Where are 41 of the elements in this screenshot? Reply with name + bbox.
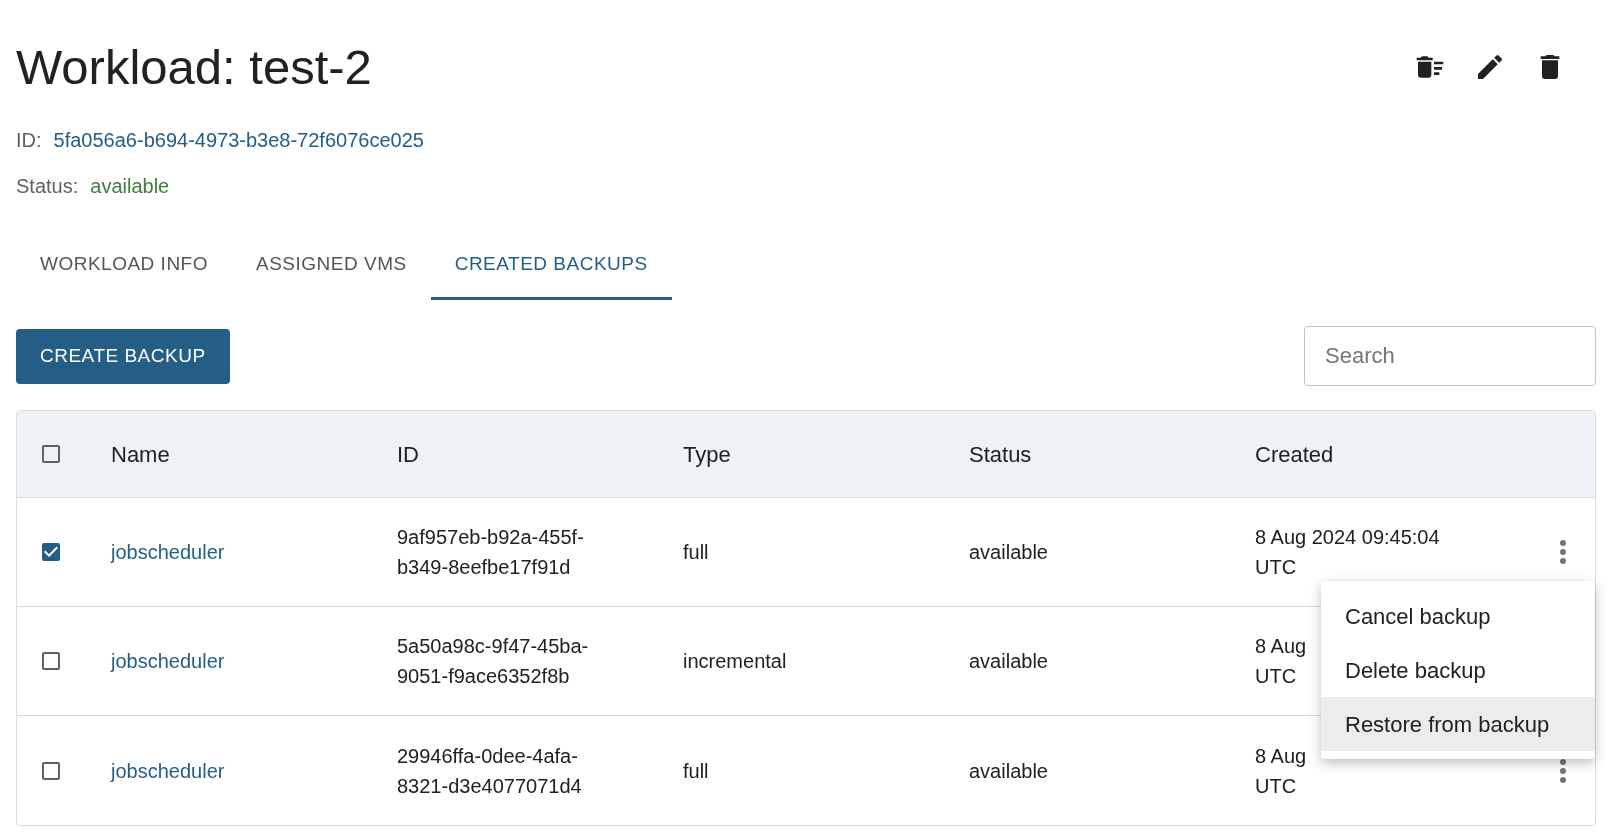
page-title: Workload: test-2 xyxy=(16,39,372,96)
column-header: Status xyxy=(969,440,1032,469)
menu-item[interactable]: Cancel backup xyxy=(1321,589,1595,643)
column-header: Type xyxy=(683,440,731,469)
create-backup-button[interactable]: CREATE BACKUP xyxy=(16,328,230,384)
table-cell-text: 29946ffa-0dee-4afa-8321-d3e4077071d4 xyxy=(397,743,583,799)
checkbox[interactable] xyxy=(39,540,63,564)
created-time: UTC xyxy=(1255,664,1298,689)
more-icon[interactable] xyxy=(1559,539,1567,565)
column-header: Created xyxy=(1255,440,1334,469)
id-value: 5fa056a6-b694-4973-b3e8-72f6076ce025 xyxy=(53,128,424,153)
table-cell-text: incremental xyxy=(683,649,788,674)
table-cell-text: available xyxy=(969,649,1049,674)
tab[interactable]: CREATED BACKUPS xyxy=(430,231,672,300)
column-header: ID xyxy=(397,440,419,469)
table-cell-text: 5a50a98c-9f47-45ba-9051-f9ace6352f8b xyxy=(397,634,590,689)
search-field[interactable]: Search xyxy=(1304,326,1596,386)
created-time: UTC xyxy=(1255,555,1298,580)
more-icon[interactable] xyxy=(1559,757,1567,784)
table-cell-text: 9af957eb-b92a-455f-b349-8eefbe17f91d xyxy=(397,525,585,580)
created-time: UTC xyxy=(1255,773,1298,799)
tab[interactable]: WORKLOAD INFO xyxy=(16,231,232,300)
menu-item[interactable]: Delete backup xyxy=(1321,643,1595,697)
table-cell-text: available xyxy=(969,758,1049,784)
created-time: 8 Aug 2024 09:45:04 xyxy=(1255,525,1440,550)
checkbox[interactable] xyxy=(39,442,63,466)
column-header: Name xyxy=(111,440,170,469)
table-cell-text: full xyxy=(683,758,710,784)
table-cell-text: available xyxy=(969,540,1049,565)
tab[interactable]: ASSIGNED VMS xyxy=(232,231,431,300)
checkbox[interactable] xyxy=(39,649,63,673)
backup-name-link[interactable]: jobscheduler xyxy=(111,537,225,567)
menu-item[interactable]: Restore from backup xyxy=(1321,697,1595,751)
table-cell-text: full xyxy=(683,540,710,565)
id-label: ID: xyxy=(16,128,42,153)
status-label: Status: xyxy=(16,174,79,199)
created-time: 8 Aug xyxy=(1255,743,1307,769)
created-time: 8 Aug xyxy=(1255,634,1307,659)
backup-name-link[interactable]: jobscheduler xyxy=(111,755,225,786)
backup-name-link[interactable]: jobscheduler xyxy=(111,646,225,676)
status-value: available xyxy=(90,174,170,199)
